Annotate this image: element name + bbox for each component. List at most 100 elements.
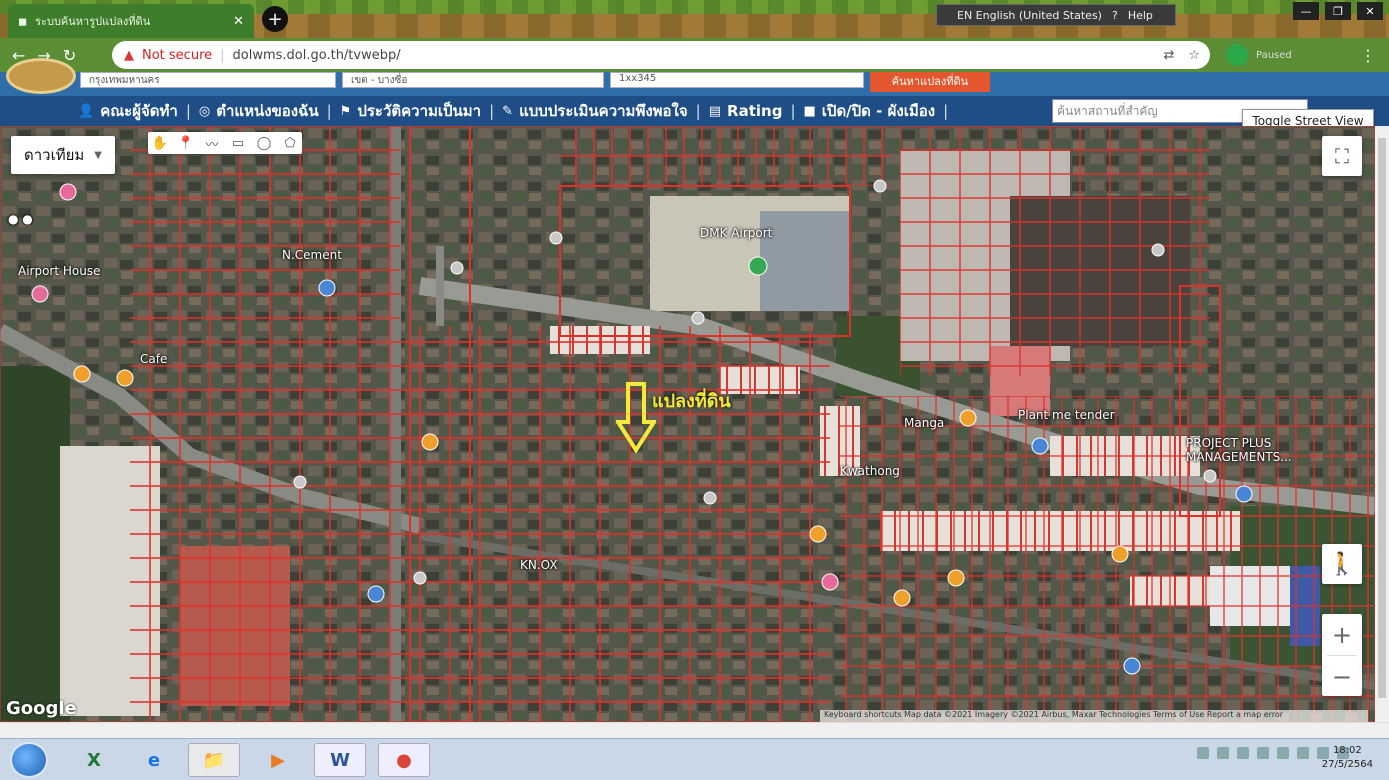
windows-taskbar: X e 📁 ▶ W ● 18:02 27/5/2564	[0, 738, 1389, 780]
district-select[interactable]: เขต - บางซื่อ	[342, 72, 604, 88]
nav-team-label: คณะผู้จัดทำ	[100, 102, 178, 120]
word-app-icon[interactable]: W	[314, 743, 366, 777]
map-type-select[interactable]: ดาวเทียม ▼	[11, 136, 115, 174]
nav-my-location[interactable]: ◎ ตำแหน่งของฉัน	[199, 99, 319, 123]
zoom-control: + −	[1322, 614, 1362, 696]
nav-survey[interactable]: ✎ แบบประเมินความพึงพอใจ	[502, 99, 688, 123]
marker-tool-icon[interactable]: 📍	[174, 132, 198, 154]
parcel-label: แปลงที่ดิน	[652, 391, 731, 412]
parcel-arrow-icon	[616, 382, 656, 454]
nav-team[interactable]: 👤 คณะผู้จัดทำ	[78, 99, 178, 123]
site-filter-bar: กรุงเทพมหานคร เขต - บางซื่อ 1xx345 ค้นหา…	[0, 58, 1389, 96]
zoom-in-button[interactable]: +	[1322, 614, 1362, 655]
street-view-pegman-icon[interactable]: 🚶	[1322, 544, 1362, 584]
nav-survey-label: แบบประเมินความพึงพอใจ	[519, 102, 688, 120]
tray-icon[interactable]	[1197, 747, 1209, 759]
map-label-airport-house[interactable]: Airport House	[18, 264, 101, 278]
tray-icon[interactable]	[1277, 747, 1289, 759]
translate-icon[interactable]: ⇄	[1163, 48, 1174, 63]
map-label-airport[interactable]: DMK Airport	[700, 226, 772, 240]
nav-city-plan-toggle[interactable]: ■ เปิด/ปิด - ผังเมือง	[804, 99, 936, 123]
location-icon: ◎	[198, 103, 211, 119]
province-select[interactable]: กรุงเทพมหานคร	[80, 72, 336, 88]
map-label-knox[interactable]: KN.OX	[520, 558, 558, 572]
nav-separator: |	[943, 102, 949, 120]
polyline-tool-icon[interactable]: 〰	[200, 132, 224, 154]
extension-icon[interactable]	[1226, 44, 1248, 66]
help-label[interactable]: Help	[1128, 9, 1153, 22]
chrome-app-icon[interactable]: ●	[378, 743, 430, 777]
clock-date: 27/5/2564	[1321, 759, 1373, 770]
browser-titlebar: ◼ ระบบค้นหารูปแปลงที่ดิน ✕ + EN English …	[0, 0, 1389, 38]
internet-explorer-icon[interactable]: e	[128, 743, 180, 777]
circle-tool-icon[interactable]: ◯	[252, 132, 276, 154]
new-tab-button[interactable]: +	[262, 6, 288, 32]
address-bar[interactable]: ▲ Not secure | dolwms.dol.go.th/tvwebp/ …	[112, 41, 1210, 69]
taskbar-clock[interactable]: 18:02 27/5/2564	[1322, 744, 1373, 772]
nav-history[interactable]: ⚑ ประวัติความเป็นมา	[340, 99, 481, 123]
vertical-scrollbar[interactable]	[1375, 126, 1389, 722]
search-parcel-button[interactable]: ค้นหาแปลงที่ดิน	[870, 72, 990, 92]
nav-separator: |	[326, 102, 332, 120]
map-label-project-plus[interactable]: PROJECT PLUS	[1186, 436, 1271, 450]
tray-icon[interactable]	[1217, 747, 1229, 759]
scrollbar-thumb[interactable]	[1378, 138, 1386, 698]
browser-tab[interactable]: ◼ ระบบค้นหารูปแปลงที่ดิน ✕	[8, 4, 254, 38]
rectangle-tool-icon[interactable]: ▭	[226, 132, 250, 154]
close-tab-icon[interactable]: ✕	[233, 14, 244, 29]
tray-icon[interactable]	[1237, 747, 1249, 759]
chevron-down-icon: ▼	[94, 149, 102, 161]
rating-icon: ▤	[708, 103, 722, 119]
bookmark-star-icon[interactable]: ☆	[1188, 48, 1200, 63]
reload-button[interactable]: ↻	[63, 46, 76, 65]
zoom-out-button[interactable]: −	[1322, 656, 1362, 697]
language-toggle[interactable]: EN English (United States)	[957, 9, 1102, 22]
map-label-manga[interactable]: Manga	[904, 416, 944, 430]
warning-icon: ▲	[124, 47, 134, 63]
nav-separator: |	[489, 102, 495, 120]
drawing-toolbar: ✋ 📍 〰 ▭ ◯ ⬠	[148, 132, 302, 154]
map-label-kwathong[interactable]: Kwathong	[840, 464, 900, 478]
window-controls: — ❐ ✕	[1293, 2, 1383, 20]
file-explorer-icon[interactable]: 📁	[188, 743, 240, 777]
history-icon: ⚑	[339, 103, 352, 119]
profile-name[interactable]: Paused	[1256, 50, 1292, 61]
hand-pan-icon[interactable]: ✋	[148, 132, 172, 154]
polygon-tool-icon[interactable]: ⬠	[278, 132, 302, 154]
close-window-button[interactable]: ✕	[1357, 2, 1383, 20]
map-attribution[interactable]: Keyboard shortcuts Map data ©2021 Imager…	[820, 710, 1368, 722]
nav-my-location-label: ตำแหน่งของฉัน	[216, 102, 319, 120]
profile-area[interactable]: Paused ⋮	[1226, 42, 1376, 68]
map-label-plant-me-tender[interactable]: Plant me tender	[1018, 408, 1115, 422]
tab-title: ระบบค้นหารูปแปลงที่ดิน	[35, 15, 151, 28]
fullscreen-button[interactable]: ⛶	[1322, 136, 1362, 176]
media-player-icon[interactable]: ▶	[252, 743, 304, 777]
satellite-map[interactable]: ● ● DMK Airport Airport House Cafe N.Cem…	[0, 126, 1375, 722]
map-label-managements[interactable]: MANAGEMENTS...	[1186, 450, 1292, 464]
tray-icon[interactable]	[1257, 747, 1269, 759]
url-text[interactable]: dolwms.dol.go.th/tvwebp/	[233, 48, 401, 63]
start-button[interactable]	[10, 742, 48, 778]
parcel-input[interactable]: 1xx345	[610, 72, 864, 88]
language-bar[interactable]: EN English (United States) ? Help	[936, 4, 1176, 26]
help-icon[interactable]: ?	[1112, 9, 1118, 22]
maximize-button[interactable]: ❐	[1325, 2, 1351, 20]
fullscreen-icon: ⛶	[1335, 144, 1349, 168]
tray-icon[interactable]	[1297, 747, 1309, 759]
map-type-label: ดาวเทียม	[24, 146, 85, 164]
map-label-cement[interactable]: N.Cement	[282, 248, 342, 262]
minimize-button[interactable]: —	[1293, 2, 1319, 20]
nav-separator: |	[185, 102, 191, 120]
toggle-icon: ■	[803, 103, 816, 119]
map-label-place: ● ●	[8, 212, 33, 226]
excel-app-icon[interactable]: X	[68, 743, 120, 777]
survey-icon: ✎	[502, 103, 514, 119]
google-logo[interactable]: Google	[6, 698, 77, 719]
department-logo	[6, 58, 76, 94]
nav-rating[interactable]: ▤ Rating	[709, 102, 783, 120]
map-label-cafe[interactable]: Cafe	[140, 352, 167, 366]
horizontal-scrollbar[interactable]	[0, 722, 1389, 738]
security-label[interactable]: Not secure	[142, 48, 212, 63]
menu-icon[interactable]: ⋮	[1360, 46, 1376, 65]
nav-separator: |	[695, 102, 701, 120]
